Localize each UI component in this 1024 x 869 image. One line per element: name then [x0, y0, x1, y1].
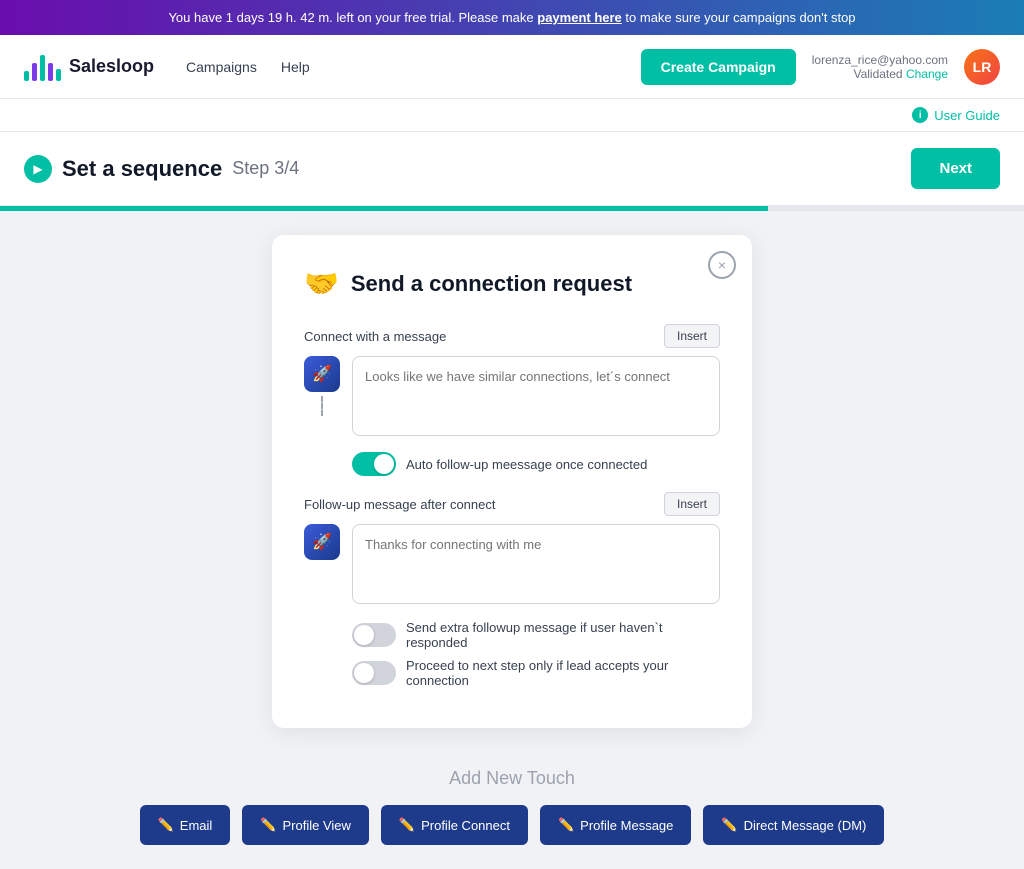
- payment-link[interactable]: payment here: [537, 10, 622, 25]
- followup-message-with-icon: 🚀: [304, 524, 720, 604]
- sequence-title: ▶ Set a sequence Step 3/4: [24, 155, 299, 183]
- info-icon: i: [912, 107, 928, 123]
- next-button[interactable]: Next: [911, 148, 1000, 189]
- profile-message-touch-button[interactable]: ✏️ Profile Message: [540, 805, 691, 845]
- connect-message-row: Connect with a message Insert 🚀: [304, 324, 720, 436]
- connector-line-1: [321, 396, 323, 416]
- modal-card: × 🤝 Send a connection request Connect wi…: [272, 235, 752, 728]
- banner-text-end: to make sure your campaigns don't stop: [625, 10, 855, 25]
- touch-buttons: ✏️ Email ✏️ Profile View ✏️ Profile Conn…: [140, 805, 885, 845]
- page-header: ▶ Set a sequence Step 3/4 Next: [0, 132, 1024, 206]
- user-guide-bar: i User Guide: [0, 99, 1024, 132]
- nav-right: Create Campaign lorenza_rice@yahoo.com V…: [641, 49, 1000, 85]
- direct-message-touch-button[interactable]: ✏️ Direct Message (DM): [703, 805, 884, 845]
- email-touch-icon: ✏️: [158, 817, 174, 833]
- profile-message-touch-icon: ✏️: [558, 817, 574, 833]
- nav-links: Campaigns Help: [186, 51, 641, 83]
- main-content: × 🤝 Send a connection request Connect wi…: [0, 211, 1024, 869]
- auto-followup-toggle-row: Auto follow-up meessage once connected: [352, 452, 720, 476]
- handshake-icon: 🤝: [304, 267, 339, 300]
- nav-help[interactable]: Help: [281, 51, 310, 83]
- change-link[interactable]: Change: [906, 67, 948, 81]
- followup-message-row: Follow-up message after connect Insert 🚀: [304, 492, 720, 604]
- profile-view-touch-icon: ✏️: [260, 817, 276, 833]
- play-icon: ▶: [24, 155, 52, 183]
- profile-connect-touch-label: Profile Connect: [421, 818, 510, 833]
- extra-toggle-row-2: Proceed to next step only if lead accept…: [352, 658, 720, 688]
- modal-title-area: 🤝 Send a connection request: [304, 267, 720, 300]
- extra-toggle-2-label: Proceed to next step only if lead accept…: [406, 658, 720, 688]
- profile-connect-touch-icon: ✏️: [399, 817, 415, 833]
- followup-label: Follow-up message after connect: [304, 497, 495, 512]
- direct-message-touch-label: Direct Message (DM): [744, 818, 867, 833]
- logo-icon: [24, 53, 61, 81]
- toggle-knob-1: [374, 454, 394, 474]
- banner-text: You have 1 days 19 h. 42 m. left on your…: [168, 10, 537, 25]
- connect-label: Connect with a message: [304, 329, 446, 344]
- email-touch-label: Email: [180, 818, 213, 833]
- modal-close-button[interactable]: ×: [708, 251, 736, 279]
- insert-button-2[interactable]: Insert: [664, 492, 720, 516]
- navbar: Salesloop Campaigns Help Create Campaign…: [0, 35, 1024, 99]
- auto-followup-label: Auto follow-up meessage once connected: [406, 457, 647, 472]
- user-info: lorenza_rice@yahoo.com Validated Change: [812, 53, 948, 81]
- auto-followup-toggle[interactable]: [352, 452, 396, 476]
- toggle-knob-2: [354, 625, 374, 645]
- create-campaign-button[interactable]: Create Campaign: [641, 49, 796, 85]
- extra-toggle-1[interactable]: [352, 623, 396, 647]
- followup-label-row: Follow-up message after connect Insert: [304, 492, 720, 516]
- add-new-touch-title: Add New Touch: [140, 768, 885, 789]
- profile-view-touch-label: Profile View: [283, 818, 351, 833]
- connect-message-input[interactable]: [352, 356, 720, 436]
- insert-button-1[interactable]: Insert: [664, 324, 720, 348]
- message-icon-col-1: 🚀: [304, 356, 340, 416]
- avatar: LR: [964, 49, 1000, 85]
- page-title: Set a sequence: [62, 156, 222, 182]
- trial-banner: You have 1 days 19 h. 42 m. left on your…: [0, 0, 1024, 35]
- connect-message-with-icon: 🚀: [304, 356, 720, 436]
- extra-toggle-2[interactable]: [352, 661, 396, 685]
- message-icon-col-2: 🚀: [304, 524, 340, 560]
- toggle-knob-3: [354, 663, 374, 683]
- email-touch-button[interactable]: ✏️ Email: [140, 805, 231, 845]
- extra-toggle-row-1: Send extra followup message if user have…: [352, 620, 720, 650]
- connect-label-row: Connect with a message Insert: [304, 324, 720, 348]
- logo-name: Salesloop: [69, 56, 154, 77]
- nav-campaigns[interactable]: Campaigns: [186, 51, 257, 83]
- profile-message-touch-label: Profile Message: [580, 818, 673, 833]
- extra-toggle-1-label: Send extra followup message if user have…: [406, 620, 720, 650]
- user-status: Validated Change: [812, 67, 948, 81]
- followup-message-input[interactable]: [352, 524, 720, 604]
- direct-message-touch-icon: ✏️: [721, 817, 737, 833]
- logo-area: Salesloop: [24, 53, 154, 81]
- profile-connect-touch-button[interactable]: ✏️ Profile Connect: [381, 805, 528, 845]
- user-email: lorenza_rice@yahoo.com: [812, 53, 948, 67]
- rocket-icon-1: 🚀: [304, 356, 340, 392]
- add-new-touch-section: Add New Touch ✏️ Email ✏️ Profile View ✏…: [140, 768, 885, 845]
- modal-title: Send a connection request: [351, 271, 632, 297]
- rocket-icon-2: 🚀: [304, 524, 340, 560]
- step-indicator: Step 3/4: [232, 158, 299, 179]
- profile-view-touch-button[interactable]: ✏️ Profile View: [242, 805, 369, 845]
- user-guide-link[interactable]: User Guide: [934, 108, 1000, 123]
